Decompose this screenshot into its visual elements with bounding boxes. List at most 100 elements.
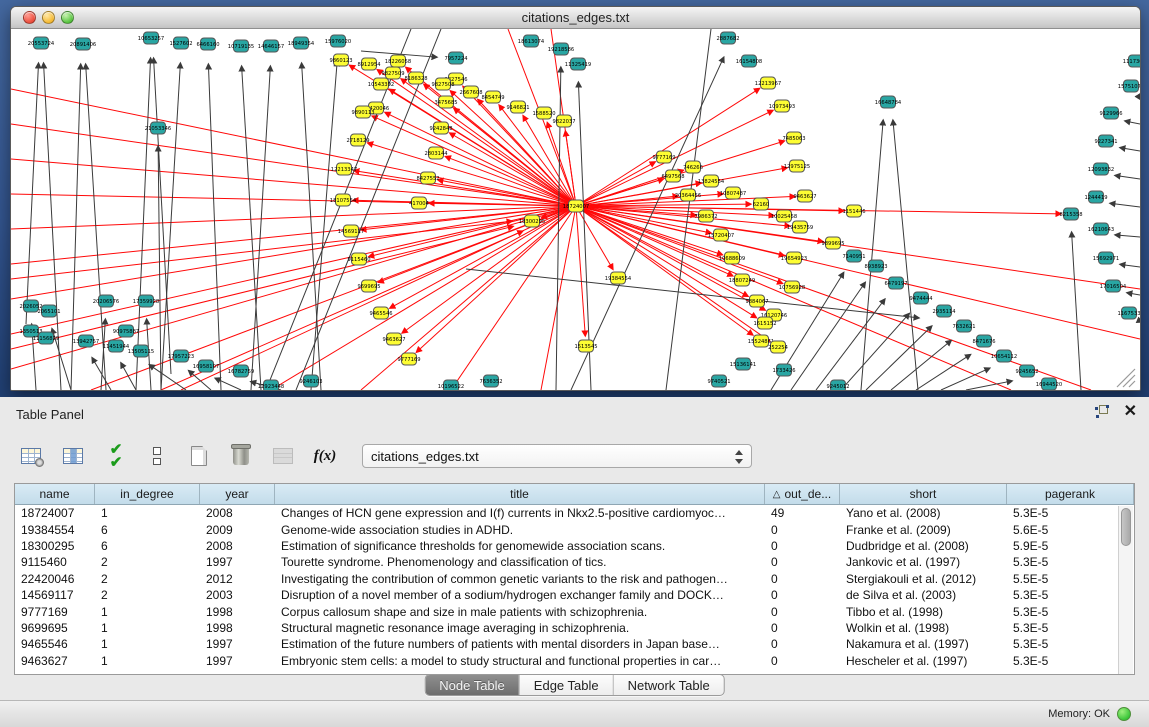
selected-node[interactable]: 10688609 [719,252,745,264]
node[interactable]: 2887682 [716,32,739,44]
selected-edge[interactable] [576,206,783,283]
node[interactable]: 15751074 [1118,80,1140,92]
selected-node[interactable]: 9860123 [329,54,352,66]
node[interactable]: 16210643 [1088,223,1114,235]
node[interactable]: 16648784 [875,96,902,108]
selected-node[interactable]: 6497568 [661,170,684,182]
edge[interactable] [302,63,321,390]
table-row[interactable]: 911546021997Tourette syndrome. Phenomeno… [15,554,1134,570]
selected-edge[interactable] [402,206,576,333]
function-builder-icon[interactable]: f(x) [310,441,340,471]
selected-node[interactable]: 10807487 [720,187,746,199]
selected-node[interactable]: 9463627 [793,190,816,202]
edge[interactable] [208,64,221,390]
selected-edge[interactable] [11,206,576,264]
delete-table-icon[interactable] [226,441,256,471]
node[interactable]: 10653257 [138,32,164,44]
selected-node[interactable]: 746266 [683,161,703,173]
selected-edge[interactable] [445,157,576,206]
node[interactable]: 10654112 [991,350,1017,362]
memory-ok-indicator[interactable] [1117,707,1131,721]
node[interactable]: 8938923 [864,260,887,272]
selected-node[interactable]: 13824554 [698,175,725,187]
node[interactable]: 8215358 [1059,208,1082,220]
edge[interactable] [916,354,971,390]
table-row[interactable]: 946554611997Estimation of the future num… [15,636,1134,652]
edge[interactable] [841,313,909,390]
selected-node[interactable]: 14569117 [338,225,364,237]
column-header-out_de[interactable]: △out_de... [765,484,840,504]
edge[interactable] [1110,203,1140,207]
node[interactable]: 16944520 [1036,378,1062,390]
edge[interactable] [891,340,951,390]
node[interactable]: 6479197 [884,277,907,289]
node[interactable]: 1244419 [1084,191,1107,203]
selected-edge[interactable] [450,133,576,206]
selected-node[interactable]: 2718129 [346,134,369,146]
selected-node[interactable]: 9146821 [506,101,529,113]
node[interactable]: 21053346 [145,122,171,134]
edge[interactable] [466,269,919,318]
table-selector-dropdown[interactable]: citations_edges.txt [362,444,752,468]
edge[interactable] [154,58,171,374]
node[interactable]: 13505115 [128,345,154,357]
node[interactable]: 90975887 [113,325,139,337]
node[interactable]: 10719135 [228,40,254,52]
edge[interactable] [1120,264,1140,267]
edge[interactable] [1072,232,1081,390]
selected-node[interactable]: 62160 [753,198,770,210]
edge[interactable] [1120,148,1140,151]
zoom-window-button[interactable] [61,11,74,24]
node[interactable]: 9246103 [299,375,322,387]
edge[interactable] [311,61,337,390]
node[interactable]: 10196522 [438,380,464,390]
selected-node[interactable]: 12975125 [784,160,810,172]
node[interactable]: 9740521 [707,375,730,387]
selected-node[interactable]: 8454749 [481,91,504,103]
node[interactable]: 16154808 [736,55,762,67]
node[interactable]: 7957224 [444,52,468,64]
node[interactable]: 15136141 [730,358,756,370]
select-all-rows-icon[interactable]: ✔✔ [100,441,130,471]
table-row[interactable]: 969969511998Structural magnetic resonanc… [15,620,1134,636]
node[interactable]: 20891406 [70,38,96,50]
table-row[interactable]: 1938455462009Genome-wide association stu… [15,521,1134,537]
node[interactable]: 8471676 [972,335,995,347]
network-window-titlebar[interactable]: citations_edges.txt [11,7,1140,29]
node[interactable]: 17016504 [1100,280,1127,292]
tab-node-table[interactable]: Node Table [425,675,520,695]
edge[interactable] [866,326,932,390]
edge[interactable] [1125,121,1140,124]
scrollbar-thumb[interactable] [1121,508,1131,546]
close-window-button[interactable] [23,11,36,24]
node[interactable]: 20553724 [28,37,55,49]
minimize-window-button[interactable] [42,11,55,24]
selected-edge[interactable] [11,159,576,206]
table-row[interactable]: 1456911722003Disruption of a novel membe… [15,587,1134,603]
node[interactable]: 15692971 [1093,252,1119,264]
close-panel-icon[interactable]: ✕ [1124,405,1137,419]
selected-node[interactable]: 2667608 [459,86,482,98]
selected-edge[interactable] [372,116,576,206]
column-header-title[interactable]: title [275,484,765,504]
node[interactable]: 7632621 [952,320,975,332]
node[interactable]: 7636352 [479,375,502,387]
node[interactable]: 9129966 [1099,107,1122,119]
selected-node[interactable]: 20364456 [675,189,701,201]
node[interactable]: 12093832 [1088,163,1114,175]
node[interactable]: 2935114 [932,305,956,317]
node[interactable]: 16958107 [193,360,219,372]
selected-node[interactable]: 9242848 [429,122,452,134]
table-row[interactable]: 977716911998Corpus callosum shape and si… [15,603,1134,619]
node[interactable]: 12923448 [258,380,284,390]
selected-edge[interactable] [576,206,1140,339]
table-row[interactable]: 1872400712008Changes of HCN gene express… [15,505,1134,521]
selected-node[interactable]: 7485063 [782,132,805,144]
edge[interactable] [1115,175,1140,179]
column-header-name[interactable]: name [15,484,95,504]
node[interactable]: 9245652 [1015,365,1038,377]
selected-edge[interactable] [271,206,576,390]
selected-edge[interactable] [576,206,1091,390]
edge[interactable] [251,66,270,390]
table-row[interactable]: 2242004622012Investigating the contribut… [15,571,1134,587]
